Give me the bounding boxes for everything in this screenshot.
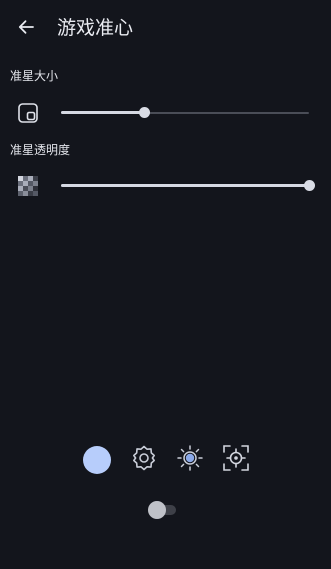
size-label: 准星大小 bbox=[10, 69, 59, 83]
arrow-left-icon bbox=[17, 18, 35, 40]
color-picker-button[interactable] bbox=[83, 446, 111, 474]
size-slider[interactable] bbox=[61, 106, 309, 120]
crosshair-style-button[interactable] bbox=[222, 444, 250, 476]
opacity-slider-fill bbox=[61, 184, 309, 187]
page-title: 游戏准心 bbox=[57, 17, 134, 39]
size-slider-fill bbox=[61, 111, 145, 114]
app-bar: 游戏准心 bbox=[0, 0, 331, 58]
brightness-button[interactable] bbox=[176, 444, 204, 476]
size-slider-thumb[interactable] bbox=[139, 107, 151, 118]
sun-icon bbox=[176, 444, 204, 476]
color-dot bbox=[83, 446, 111, 474]
back-button[interactable] bbox=[10, 13, 42, 45]
gear-icon bbox=[130, 444, 158, 476]
settings-button[interactable] bbox=[130, 444, 158, 476]
opacity-label: 准星透明度 bbox=[10, 143, 71, 157]
toggle-knob bbox=[148, 501, 166, 519]
opacity-slider[interactable] bbox=[61, 179, 315, 193]
transparency-checker-icon bbox=[15, 173, 41, 199]
crosshair-toggle-switch[interactable] bbox=[148, 500, 178, 520]
opacity-slider-thumb[interactable] bbox=[304, 180, 315, 191]
crosshair-toolbar bbox=[83, 444, 250, 476]
crosshair-frame-icon bbox=[222, 444, 250, 476]
crosshair-size-icon bbox=[15, 100, 41, 126]
